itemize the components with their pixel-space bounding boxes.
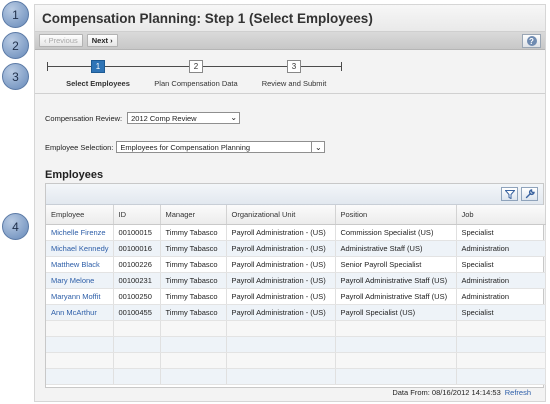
step-3-label[interactable]: Review and Submit: [262, 79, 327, 88]
employee-link[interactable]: Maryann Moffit: [46, 288, 114, 305]
step-2-box[interactable]: 2: [189, 60, 203, 73]
callout-1: 1: [2, 1, 29, 28]
employee-manager: Timmy Tabasco: [160, 240, 227, 257]
table-row[interactable]: Ann McArthur 00100455 Timmy Tabasco Payr…: [46, 304, 546, 321]
help-icon: ?: [526, 36, 537, 46]
step-1-box[interactable]: 1: [91, 60, 105, 73]
callout-4: 4: [2, 213, 29, 240]
employee-job: Administration: [456, 288, 546, 305]
employee-job: Specialist: [456, 304, 546, 321]
next-button[interactable]: Next ›: [86, 34, 118, 47]
column-header-job[interactable]: Job: [456, 205, 546, 225]
employee-id: 00100016: [113, 240, 161, 257]
table-row[interactable]: Michael Kennedy 00100016 Timmy Tabasco P…: [46, 240, 546, 257]
title-bar: Compensation Planning: Step 1 (Select Em…: [35, 5, 545, 32]
employee-id: 00100250: [113, 288, 161, 305]
employee-link[interactable]: Matthew Black: [46, 256, 114, 273]
employee-link[interactable]: Mary Melone: [46, 272, 114, 289]
callout-2: 2: [2, 32, 29, 59]
column-header-position[interactable]: Position: [335, 205, 457, 225]
navigation-toolbar: ‹ Previous Next › ?: [35, 32, 545, 50]
employee-job: Administration: [456, 272, 546, 289]
employee-id: 00100226: [113, 256, 161, 273]
employee-manager: Timmy Tabasco: [160, 304, 227, 321]
employees-table-panel: Employee ID Manager Organizational Unit …: [45, 183, 546, 388]
chevron-down-icon: ⌄: [311, 141, 324, 153]
compensation-planning-window: Compensation Planning: Step 1 (Select Em…: [34, 4, 546, 402]
page-title: Compensation Planning: Step 1 (Select Em…: [42, 10, 373, 26]
employee-manager: Timmy Tabasco: [160, 256, 227, 273]
callout-3: 3: [2, 63, 29, 90]
table-footer: Data From: 08/16/2012 14:14:53 Refresh: [392, 388, 531, 397]
step-2-label[interactable]: Plan Compensation Data: [154, 79, 237, 88]
employee-selection-row: Employee Selection: Employees for Compen…: [45, 141, 326, 153]
compensation-review-select[interactable]: 2012 Comp Review ⌄: [127, 112, 241, 124]
table-row[interactable]: Mary Melone 00100231 Timmy Tabasco Payro…: [46, 272, 546, 289]
refresh-link[interactable]: Refresh: [505, 388, 531, 397]
empty-row: [46, 352, 546, 369]
employee-manager: Timmy Tabasco: [160, 272, 227, 289]
compensation-review-value: 2012 Comp Review: [131, 113, 197, 123]
employee-link[interactable]: Michael Kennedy: [46, 240, 114, 257]
table-header-row: Employee ID Manager Organizational Unit …: [46, 205, 546, 225]
empty-row: [46, 336, 546, 353]
compensation-review-label: Compensation Review:: [45, 113, 123, 123]
employee-id: 00100015: [113, 224, 161, 241]
employee-org-unit: Payroll Administration - (US): [226, 256, 336, 273]
employee-selection-value: Employees for Compensation Planning: [120, 142, 251, 152]
employee-job: Specialist: [456, 256, 546, 273]
employee-job: Administration: [456, 240, 546, 257]
column-header-employee[interactable]: Employee: [46, 205, 114, 225]
step-3-box[interactable]: 3: [287, 60, 301, 73]
column-header-manager[interactable]: Manager: [160, 205, 227, 225]
employee-id: 00100455: [113, 304, 161, 321]
table-row[interactable]: Matthew Black 00100226 Timmy Tabasco Pay…: [46, 256, 546, 273]
employees-table: Employee ID Manager Organizational Unit …: [46, 205, 546, 385]
employee-position: Administrative Staff (US): [335, 240, 457, 257]
employee-position: Payroll Specialist (US): [335, 304, 457, 321]
employees-heading: Employees: [45, 169, 104, 181]
employee-org-unit: Payroll Administration - (US): [226, 240, 336, 257]
compensation-review-row: Compensation Review: 2012 Comp Review ⌄: [45, 112, 241, 124]
chevron-down-icon: ⌄: [230, 113, 238, 122]
help-button[interactable]: ?: [522, 34, 541, 48]
step-1-label[interactable]: Select Employees: [66, 79, 130, 88]
column-header-id[interactable]: ID: [113, 205, 161, 225]
employee-selection-label: Employee Selection:: [45, 142, 114, 152]
employee-selection-select[interactable]: Employees for Compensation Planning ⌄: [116, 141, 326, 153]
employee-position: Payroll Administrative Staff (US): [335, 288, 457, 305]
employee-link[interactable]: Michelle Firenze: [46, 224, 114, 241]
settings-button[interactable]: [521, 187, 538, 201]
roadmap-end-cap: [341, 62, 342, 71]
employee-org-unit: Payroll Administration - (US): [226, 224, 336, 241]
employee-org-unit: Payroll Administration - (US): [226, 272, 336, 289]
employee-org-unit: Payroll Administration - (US): [226, 288, 336, 305]
employee-id: 00100231: [113, 272, 161, 289]
employee-position: Commission Specialist (US): [335, 224, 457, 241]
employee-manager: Timmy Tabasco: [160, 224, 227, 241]
wizard-roadmap: 1 Select Employees 2 Plan Compensation D…: [35, 50, 545, 94]
empty-row: [46, 368, 546, 385]
data-timestamp: Data From: 08/16/2012 14:14:53: [392, 388, 501, 397]
employee-job: Specialist: [456, 224, 546, 241]
wrench-icon: [525, 189, 535, 199]
column-header-org-unit[interactable]: Organizational Unit: [226, 205, 336, 225]
empty-row: [46, 320, 546, 337]
employee-position: Senior Payroll Specialist: [335, 256, 457, 273]
table-row[interactable]: Maryann Moffit 00100250 Timmy Tabasco Pa…: [46, 288, 546, 305]
filter-button[interactable]: [501, 187, 518, 201]
table-toolbar: [46, 184, 543, 205]
employee-manager: Timmy Tabasco: [160, 288, 227, 305]
filter-icon: [504, 189, 515, 199]
table-row[interactable]: Michelle Firenze 00100015 Timmy Tabasco …: [46, 224, 546, 241]
employee-position: Payroll Administrative Staff (US): [335, 272, 457, 289]
previous-button[interactable]: ‹ Previous: [39, 34, 83, 47]
employee-org-unit: Payroll Administration - (US): [226, 304, 336, 321]
employee-link[interactable]: Ann McArthur: [46, 304, 114, 321]
